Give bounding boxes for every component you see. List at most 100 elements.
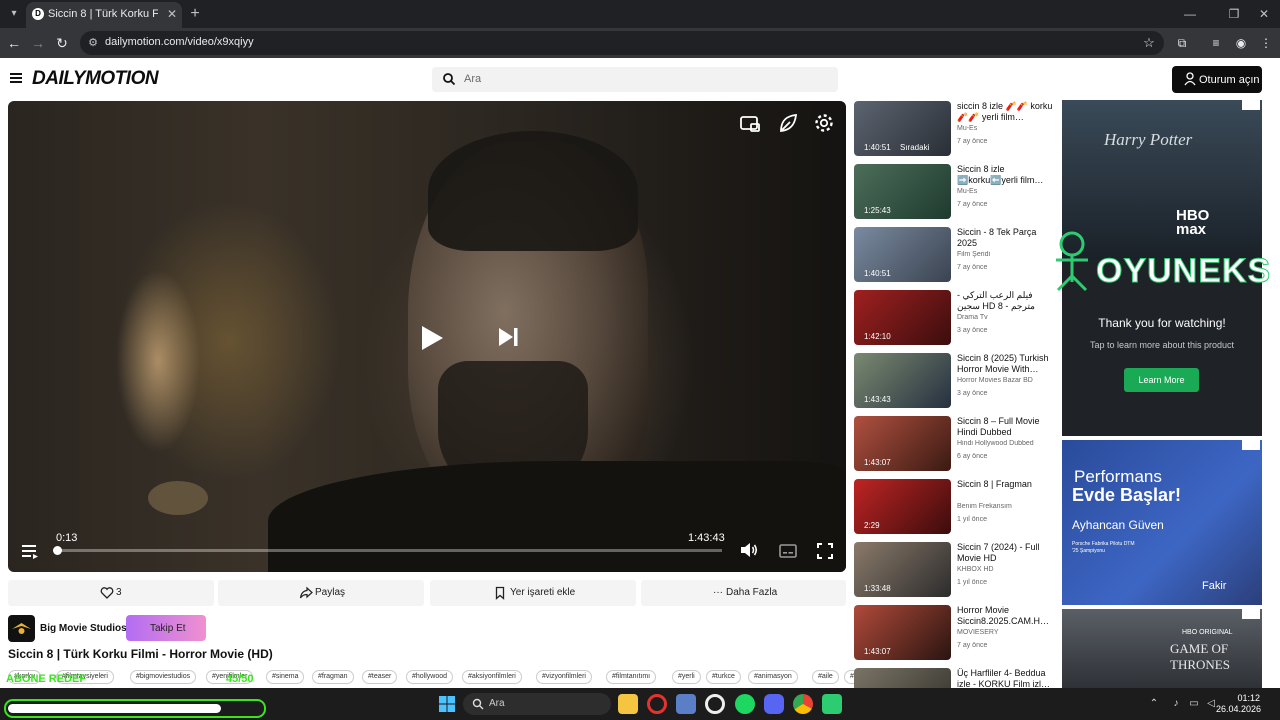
whatsapp-icon[interactable] bbox=[822, 694, 842, 714]
windows-start-icon[interactable] bbox=[439, 696, 455, 712]
ad-fakir[interactable]: Performans Evde Başlar! Ayhancan Güven P… bbox=[1062, 440, 1262, 605]
play-icon[interactable] bbox=[416, 323, 446, 353]
recommendation-item[interactable]: 1:42:10 فيلم الرعب التركي - سجين HD 8 - م… bbox=[854, 290, 1054, 345]
video-player[interactable]: 0:13 1:43:43 bbox=[8, 101, 846, 572]
back-icon[interactable]: ← bbox=[4, 33, 24, 53]
tag-chip[interactable]: #turkce bbox=[706, 670, 741, 684]
reload-icon[interactable]: ↻ bbox=[52, 33, 72, 53]
follow-button[interactable]: Takip Et bbox=[126, 615, 206, 641]
recommendation-channel[interactable]: Drama Tv bbox=[957, 314, 1057, 321]
progress-knob[interactable] bbox=[53, 546, 63, 555]
progress-bar[interactable] bbox=[53, 546, 722, 555]
profile-icon[interactable]: ◉ bbox=[1231, 33, 1251, 53]
channel-avatar[interactable] bbox=[8, 615, 35, 642]
tag-chip[interactable]: #animasyon bbox=[748, 670, 798, 684]
recommendation-thumbnail[interactable]: 1:42:10 bbox=[854, 290, 951, 345]
recommendation-title[interactable]: Siccin 8 (2025) Turkish Horror Movie Wit… bbox=[957, 353, 1057, 375]
tag-chip[interactable]: #hollywood bbox=[406, 670, 454, 684]
network-icon[interactable]: ▭ bbox=[1187, 697, 1201, 711]
site-info-icon[interactable]: ⚙ bbox=[86, 35, 100, 51]
share-button[interactable]: Paylaş bbox=[218, 580, 424, 606]
recommendation-title[interactable]: Siccin 8 | Fragman bbox=[957, 479, 1057, 490]
recommendation-channel[interactable]: KHBOX HD bbox=[957, 566, 1057, 573]
tag-chip[interactable]: #yerli bbox=[672, 670, 701, 684]
tag-chip[interactable]: #teaser bbox=[362, 670, 398, 684]
next-video-icon[interactable] bbox=[496, 325, 520, 349]
tab-search-icon[interactable]: ▾ bbox=[6, 6, 22, 22]
subtitles-icon[interactable] bbox=[778, 541, 798, 561]
address-bar[interactable]: ⚙ dailymotion.com/video/x9xqiyy ☆ bbox=[80, 31, 1164, 55]
recommendation-title[interactable]: Siccin - 8 Tek Parça 2025 bbox=[957, 227, 1057, 249]
tag-chip[interactable]: #bigmoviestudios bbox=[130, 670, 197, 684]
recommendation-item[interactable]: 1:40:51 Sıradaki siccin 8 izle 🧨🧨 korku🧨🧨 … bbox=[854, 101, 1054, 156]
fullscreen-icon[interactable] bbox=[815, 541, 835, 561]
app-icon-3[interactable] bbox=[676, 694, 696, 714]
bookmark-star-icon[interactable]: ☆ bbox=[1140, 34, 1158, 52]
channel-name[interactable]: Big Movie Studios bbox=[40, 623, 127, 634]
tag-chip[interactable]: #vizyonfilmleri bbox=[536, 670, 592, 684]
ad-choices-icon[interactable] bbox=[1242, 440, 1260, 450]
search-input[interactable]: Ara bbox=[432, 67, 838, 92]
recommendation-thumbnail[interactable]: 2:29 bbox=[854, 479, 951, 534]
recommendation-title[interactable]: Üç Harfliler 4- Beddua izle - KORKU Film… bbox=[957, 668, 1057, 690]
recommendation-title[interactable]: Horror Movie Siccin8.2025.CAM.H… bbox=[957, 605, 1057, 627]
maximize-icon[interactable]: ❐ bbox=[1220, 4, 1248, 24]
chrome-icon[interactable] bbox=[793, 694, 813, 714]
recommendation-channel[interactable]: Horror Movies Bazar BD bbox=[957, 377, 1057, 384]
recommendation-title[interactable]: فيلم الرعب التركي - سجين HD 8 - مترجم bbox=[957, 290, 1057, 312]
recommendation-thumbnail[interactable]: 1:43:07 bbox=[854, 605, 951, 660]
recommendation-item[interactable]: 1:40:51 Siccin - 8 Tek Parça 2025 Film Şer… bbox=[854, 227, 1054, 282]
recommendation-item[interactable]: 1:43:43 Siccin 8 (2025) Turkish Horror Mo… bbox=[854, 353, 1054, 408]
recommendation-thumbnail[interactable]: 1:25:43 bbox=[854, 164, 951, 219]
ad-choices-icon[interactable] bbox=[1242, 100, 1260, 110]
minimize-icon[interactable]: — bbox=[1176, 4, 1204, 24]
recommendation-thumbnail[interactable]: 1:40:51 Sıradaki bbox=[854, 101, 951, 156]
recommendation-thumbnail[interactable]: 1:40:51 bbox=[854, 227, 951, 282]
hamburger-menu-icon[interactable] bbox=[10, 71, 26, 85]
recommendation-item[interactable]: 1:25:43 Siccin 8 izle ➡️korku⬅️yerli film… bbox=[854, 164, 1054, 219]
microphone-icon[interactable]: ♪ bbox=[1169, 697, 1183, 711]
tag-chip[interactable]: #sinema bbox=[266, 670, 305, 684]
recommendation-thumbnail[interactable]: 1:43:43 bbox=[854, 353, 951, 408]
like-button[interactable]: 3 bbox=[8, 580, 214, 606]
new-tab-icon[interactable]: + bbox=[186, 5, 204, 23]
recommendation-thumbnail[interactable]: 1:43:07 bbox=[854, 416, 951, 471]
recommendation-item[interactable]: 2:29 Siccin 8 | Fragman Benim Frekansım 1 y… bbox=[854, 479, 1054, 534]
recommendation-channel[interactable]: Mu-Es bbox=[957, 188, 1057, 195]
dailymotion-logo[interactable]: DAILYMOTION bbox=[32, 68, 159, 90]
recommendation-item[interactable]: 1:33:48 Siccin 7 (2024) - Full Movie HD KH… bbox=[854, 542, 1054, 597]
recommendation-title[interactable]: Siccin 8 – Full Movie Hindi Dubbed bbox=[957, 416, 1057, 438]
recommendation-channel[interactable]: Mu-Es bbox=[957, 125, 1057, 132]
tag-chip[interactable]: #fragman bbox=[312, 670, 354, 684]
extensions-icon[interactable]: ⧉ bbox=[1172, 33, 1192, 53]
recommendation-channel[interactable]: Hindi Hollywood Dubbed bbox=[957, 440, 1057, 447]
forward-icon[interactable]: → bbox=[28, 33, 48, 53]
recommendation-title[interactable]: siccin 8 izle 🧨🧨 korku🧨🧨 yerli film… bbox=[957, 101, 1057, 123]
settings-gear-icon[interactable] bbox=[813, 112, 835, 134]
recommendation-channel[interactable]: MOVIESERY bbox=[957, 629, 1057, 636]
file-explorer-icon[interactable] bbox=[618, 694, 638, 714]
recommendation-item[interactable]: 1:43:07 Siccin 8 – Full Movie Hindi Dubbe… bbox=[854, 416, 1054, 471]
close-window-icon[interactable]: ✕ bbox=[1250, 4, 1278, 24]
learn-more-button[interactable]: Learn More bbox=[1124, 368, 1199, 392]
url-text[interactable]: dailymotion.com/video/x9xqiyy bbox=[105, 36, 254, 48]
spotify-icon[interactable] bbox=[735, 694, 755, 714]
settings-app-icon[interactable] bbox=[705, 694, 725, 714]
opera-icon[interactable] bbox=[647, 694, 667, 714]
eco-leaf-icon[interactable] bbox=[777, 112, 799, 134]
browser-tab[interactable]: D Siccin 8 | Türk Korku Filmi - Hor ✕ bbox=[26, 2, 182, 28]
tray-chevron-icon[interactable]: ⌃ bbox=[1147, 697, 1161, 711]
cast-icon[interactable] bbox=[739, 113, 761, 135]
taskbar-clock[interactable]: 01:12 26.04.2026 bbox=[1216, 693, 1261, 715]
playlist-icon[interactable] bbox=[20, 541, 40, 561]
tab-close-icon[interactable]: ✕ bbox=[165, 7, 179, 21]
ad-choices-icon[interactable] bbox=[1242, 609, 1260, 619]
more-button[interactable]: ··· Daha Fazla bbox=[641, 580, 846, 606]
volume-icon[interactable] bbox=[739, 540, 759, 560]
recommendation-channel[interactable]: Film Şeridi bbox=[957, 251, 1057, 258]
ad-game-of-thrones[interactable]: HBO ORIGINAL GAME OF THRONES bbox=[1062, 609, 1262, 694]
tag-chip[interactable]: #aile bbox=[812, 670, 839, 684]
recommendation-thumbnail[interactable]: 1:33:48 bbox=[854, 542, 951, 597]
bookmark-button[interactable]: Yer işareti ekle bbox=[430, 580, 636, 606]
menu-icon[interactable]: ⋮ bbox=[1256, 33, 1276, 53]
